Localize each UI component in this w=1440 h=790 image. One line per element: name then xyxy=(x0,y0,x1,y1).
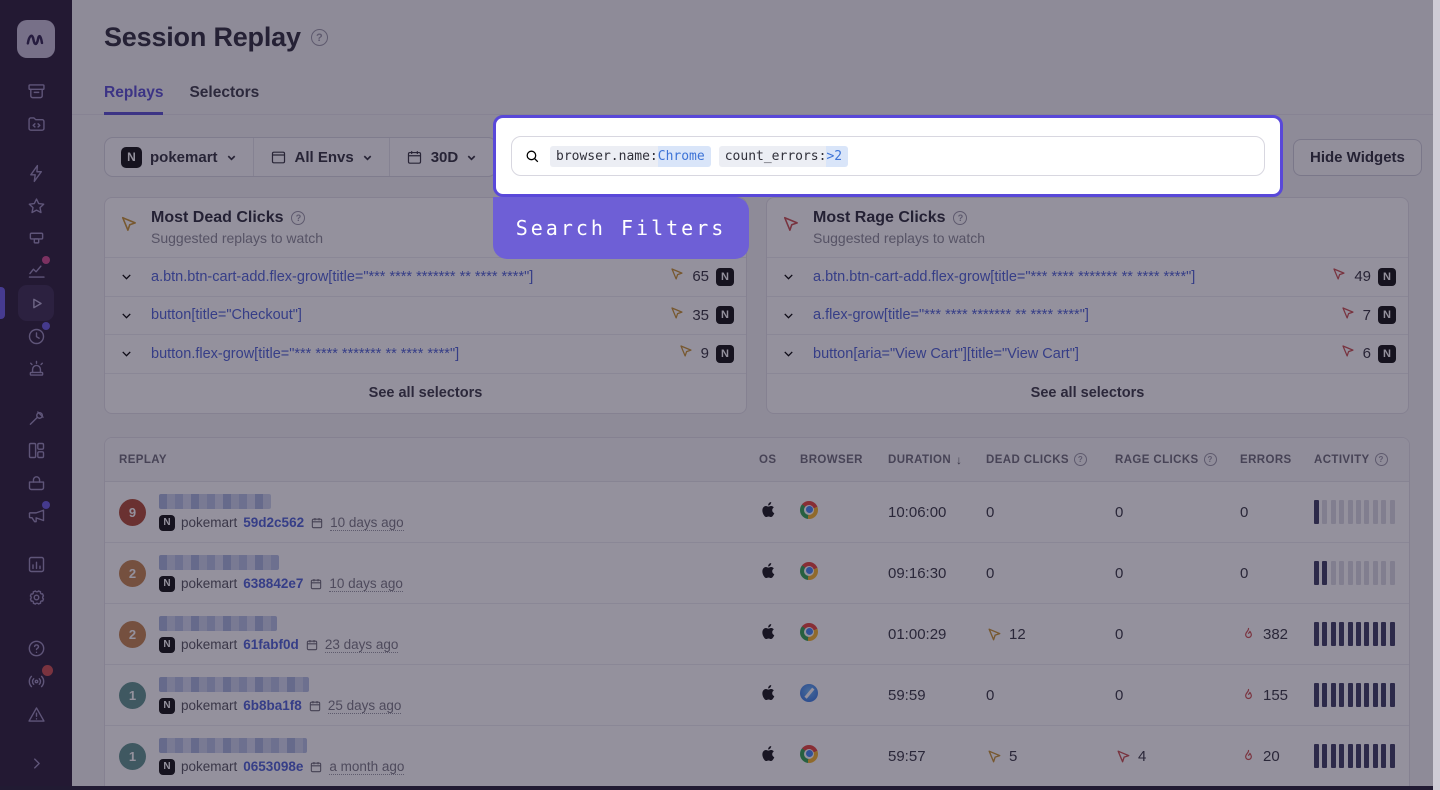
scrollbar[interactable] xyxy=(1433,0,1440,790)
chip-value: >2 xyxy=(826,146,848,167)
search-filter-chip[interactable]: browser.name:Chrome xyxy=(550,146,711,167)
chip-key: browser.name: xyxy=(550,146,658,167)
chip-key: count_errors: xyxy=(719,146,827,167)
search-input[interactable]: browser.name:Chrome count_errors:>2 xyxy=(511,136,1265,176)
chip-value: Chrome xyxy=(658,146,711,167)
search-filters-highlight: browser.name:Chrome count_errors:>2 xyxy=(493,115,1283,197)
search-filter-chip[interactable]: count_errors:>2 xyxy=(719,146,848,167)
tour-step-label: Search Filters xyxy=(493,197,749,259)
search-icon xyxy=(524,148,541,165)
